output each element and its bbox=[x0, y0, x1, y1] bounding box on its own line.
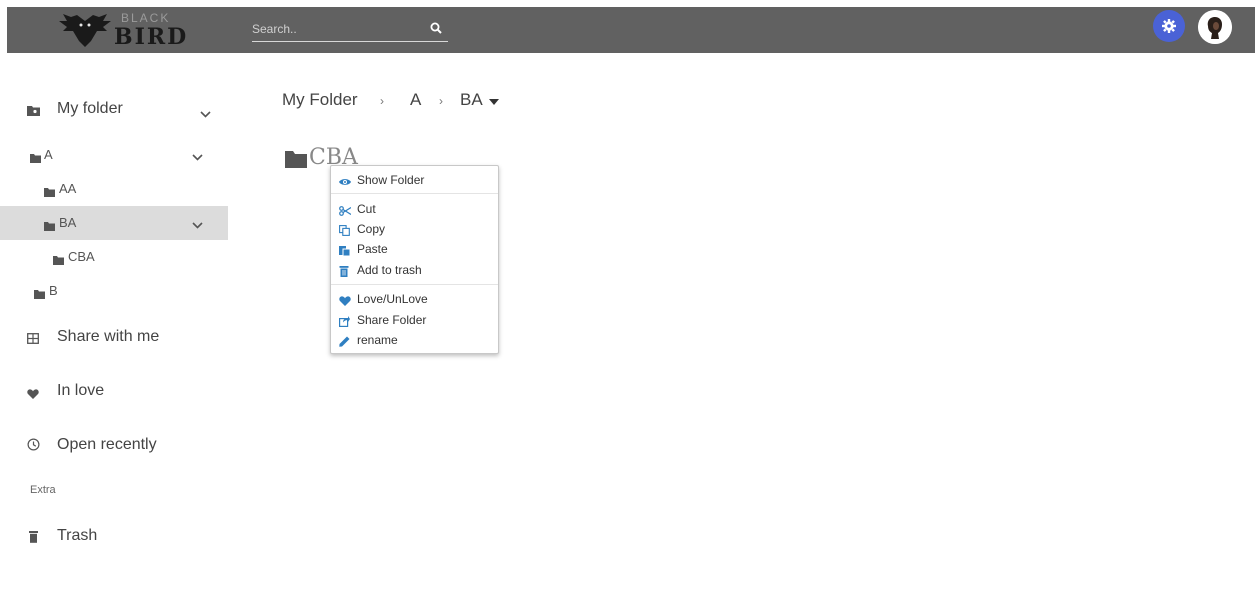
breadcrumb-a[interactable]: A bbox=[410, 90, 421, 110]
shared-folder-icon bbox=[27, 103, 40, 121]
menu-item-label: Share Folder bbox=[357, 313, 427, 327]
menu-item-label: Love/UnLove bbox=[357, 292, 428, 306]
breadcrumb-ba[interactable]: BA bbox=[460, 90, 483, 110]
breadcrumb-separator: › bbox=[380, 94, 384, 108]
sidebar-item-label: Share with me bbox=[57, 328, 160, 345]
bird-logo-icon bbox=[59, 14, 111, 47]
tree-item-label: B bbox=[49, 283, 58, 298]
tree-item-ba[interactable]: BA bbox=[0, 206, 228, 240]
folder-icon bbox=[44, 184, 55, 202]
logo-text-bottom: BIRD bbox=[114, 24, 189, 50]
logo-text-top: BLACK bbox=[121, 11, 171, 25]
sidebar-item-share-with-me[interactable]: Share with me bbox=[0, 324, 228, 350]
eye-icon bbox=[339, 174, 351, 192]
paste-icon bbox=[339, 243, 351, 261]
folder-icon bbox=[44, 218, 55, 236]
folder-icon bbox=[30, 150, 41, 168]
sidebar-item-open-recently[interactable]: Open recently bbox=[0, 432, 228, 458]
menu-item-label: Add to trash bbox=[357, 263, 422, 277]
breadcrumb-separator: › bbox=[439, 94, 443, 108]
settings-button[interactable] bbox=[1153, 10, 1185, 42]
top-bar: BLACK BIRD bbox=[7, 7, 1255, 53]
folder-icon bbox=[34, 286, 45, 304]
menu-item-label: Cut bbox=[357, 202, 376, 216]
menu-item-cut[interactable]: Cut bbox=[331, 199, 498, 219]
gear-icon bbox=[1162, 19, 1176, 33]
section-heading-extra: Extra bbox=[30, 484, 56, 496]
menu-item-rename[interactable]: rename bbox=[331, 330, 498, 350]
logo[interactable]: BLACK BIRD bbox=[57, 9, 197, 51]
sidebar-item-label: Open recently bbox=[57, 436, 157, 453]
folder-icon bbox=[53, 252, 64, 270]
folder-icon bbox=[285, 151, 307, 173]
tree-item-aa[interactable]: AA bbox=[0, 172, 228, 206]
sidebar-item-trash[interactable]: Trash bbox=[0, 523, 228, 549]
menu-item-label: Show Folder bbox=[357, 173, 425, 187]
menu-item-label: Paste bbox=[357, 242, 388, 256]
menu-item-love[interactable]: Love/UnLove bbox=[331, 289, 498, 309]
sidebar-item-my-folder[interactable]: My folder bbox=[0, 96, 228, 122]
chevron-down-icon[interactable] bbox=[192, 216, 203, 234]
menu-item-add-to-trash[interactable]: Add to trash bbox=[331, 260, 498, 280]
trash-icon bbox=[29, 530, 38, 548]
tree-item-cba[interactable]: CBA bbox=[0, 240, 228, 274]
menu-divider bbox=[331, 193, 498, 194]
menu-item-label: rename bbox=[357, 333, 398, 347]
tree-item-label: AA bbox=[59, 181, 77, 196]
menu-item-copy[interactable]: Copy bbox=[331, 219, 498, 239]
menu-item-paste[interactable]: Paste bbox=[331, 239, 498, 259]
user-avatar[interactable] bbox=[1198, 10, 1232, 44]
sidebar-item-label: In love bbox=[57, 382, 105, 399]
tree-item-a[interactable]: A bbox=[0, 138, 228, 172]
sidebar-item-label: My folder bbox=[57, 100, 123, 117]
search-input[interactable] bbox=[252, 18, 417, 40]
menu-item-show-folder[interactable]: Show Folder bbox=[331, 170, 498, 190]
pencil-icon bbox=[339, 334, 350, 352]
context-menu: Show Folder Cut Copy Paste Add to trash … bbox=[330, 165, 499, 354]
heart-icon bbox=[27, 386, 39, 404]
heart-icon bbox=[339, 293, 351, 311]
tree-item-b[interactable]: B bbox=[0, 274, 228, 308]
sidebar-item-in-love[interactable]: In love bbox=[0, 378, 228, 404]
menu-item-label: Copy bbox=[357, 222, 386, 236]
chevron-down-icon[interactable] bbox=[200, 105, 211, 123]
search-bar bbox=[252, 18, 448, 42]
chevron-down-icon[interactable] bbox=[192, 148, 203, 166]
trash-icon bbox=[339, 264, 349, 282]
avatar-icon bbox=[1198, 10, 1232, 44]
grid-icon bbox=[27, 331, 39, 349]
caret-down-icon[interactable] bbox=[489, 90, 499, 110]
sidebar: My folder A AA BA CBA B Share with me In… bbox=[0, 53, 228, 613]
clock-icon bbox=[27, 438, 40, 456]
tree-item-label: A bbox=[44, 147, 53, 162]
tree-item-label: CBA bbox=[68, 249, 95, 264]
breadcrumb-root[interactable]: My Folder bbox=[282, 90, 358, 110]
menu-item-share-folder[interactable]: Share Folder bbox=[331, 310, 498, 330]
tree-item-label: BA bbox=[59, 215, 77, 230]
sidebar-item-label: Trash bbox=[57, 527, 98, 544]
menu-divider bbox=[331, 284, 498, 285]
search-icon[interactable] bbox=[430, 21, 442, 39]
